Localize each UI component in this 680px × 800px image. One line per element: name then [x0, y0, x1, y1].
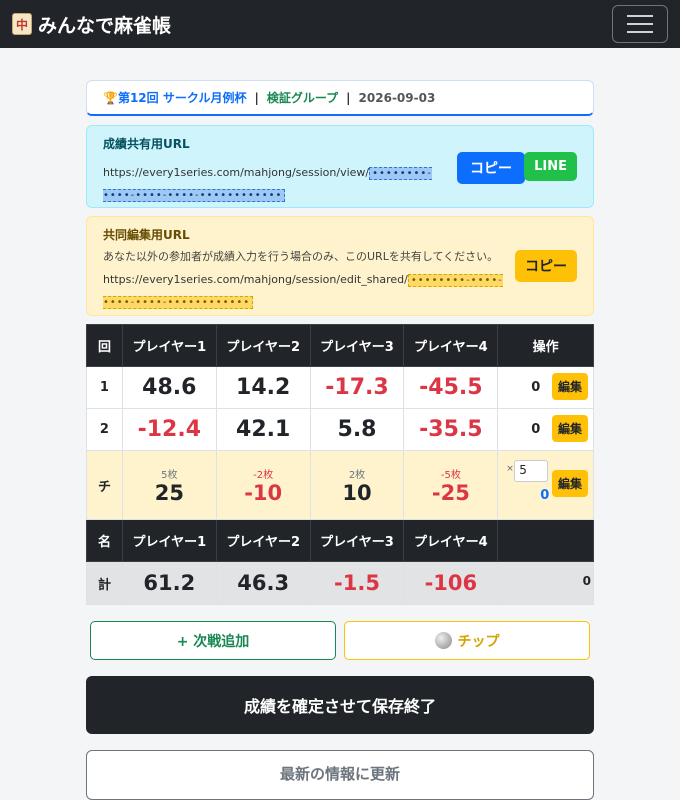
- chip-cell: 2枚 10: [309, 450, 405, 520]
- chip-ball-icon: [434, 632, 452, 649]
- session-title-card: 🏆 第12回 サークル月例杯 | 検証グループ | 2026-09-03: [86, 80, 594, 116]
- total-row: 計 61.2 46.3 -1.5 -106 0: [86, 561, 594, 605]
- name-row-empty: [497, 519, 594, 562]
- total-score: 46.3: [215, 561, 311, 605]
- hamburger-icon-line: [627, 23, 653, 25]
- share-url-heading: 成績共有用URL: [103, 137, 190, 151]
- total-score: 61.2: [121, 561, 217, 605]
- edit-copy-button[interactable]: コピー: [515, 250, 577, 282]
- header-player: プレイヤー4: [403, 324, 499, 367]
- edit-chip-button[interactable]: 編集: [551, 470, 588, 497]
- chip-button[interactable]: チップ: [344, 621, 590, 660]
- trophy-icon: 🏆: [103, 90, 118, 105]
- score-cell: 5.8: [309, 408, 405, 451]
- chip-ops-cell: × 5 0 編集: [497, 450, 594, 520]
- share-url[interactable]: https://every1series.com/mahjong/session…: [103, 162, 433, 206]
- player-name: プレイヤー4: [403, 519, 499, 562]
- chip-cell: -5枚 -25: [403, 450, 499, 520]
- name-label: 名: [86, 519, 123, 562]
- chip-value: -10: [244, 480, 283, 505]
- player-name: プレイヤー1: [121, 519, 217, 562]
- header-player: プレイヤー3: [309, 324, 405, 367]
- chip-value: 10: [342, 480, 372, 505]
- chip-value: -25: [431, 480, 470, 505]
- header-round: 回: [86, 324, 123, 367]
- add-round-button[interactable]: + 次戦追加: [90, 621, 336, 660]
- header-player: プレイヤー1: [121, 324, 217, 367]
- separator: |: [254, 90, 259, 105]
- round-number: 1: [86, 366, 123, 409]
- player-name: プレイヤー2: [215, 519, 311, 562]
- round-sum: 0: [531, 422, 541, 437]
- score-cell: -12.4: [121, 408, 217, 451]
- score-cell: 14.2: [215, 366, 311, 409]
- edit-url-text: https://every1series.com/mahjong/session…: [103, 273, 408, 286]
- total-score: -106: [403, 561, 499, 605]
- group-name: 検証グループ: [266, 91, 339, 105]
- table-row: 1 48.6 14.2 -17.3 -45.5 0 編集: [86, 366, 594, 409]
- mahjong-tile-icon: 中: [12, 13, 32, 35]
- total-sum: 0: [582, 574, 591, 588]
- total-score: -1.5: [309, 561, 405, 605]
- total-ops-cell: 0: [497, 561, 594, 605]
- chip-label: チ: [86, 450, 123, 520]
- chip-count: -5枚: [440, 469, 461, 481]
- save-finish-button[interactable]: 成績を確定させて保存終了: [86, 676, 594, 734]
- app-brand[interactable]: 中 みんなで麻雀帳: [12, 11, 171, 38]
- menu-toggle-button[interactable]: [612, 5, 668, 43]
- line-share-button[interactable]: LINE: [524, 152, 577, 181]
- chip-row: チ 5枚 25 -2枚 -10 2枚 10 -5枚 -25 × 5 0 編集: [86, 450, 594, 520]
- chip-count: 5枚: [161, 469, 178, 481]
- ops-cell: 0 編集: [497, 408, 594, 451]
- player-name: プレイヤー3: [309, 519, 405, 562]
- chip-button-label: チップ: [457, 633, 500, 650]
- multiply-icon: ×: [506, 464, 514, 474]
- chip-count: -2枚: [253, 469, 274, 481]
- score-cell: -35.5: [403, 408, 499, 451]
- refresh-button[interactable]: 最新の情報に更新: [86, 750, 594, 800]
- app-title: みんなで麻雀帳: [38, 14, 172, 37]
- header-player: プレイヤー2: [215, 324, 311, 367]
- chip-rate-input[interactable]: 5: [514, 460, 549, 482]
- share-url-text: https://every1series.com/mahjong/session…: [103, 166, 370, 179]
- chip-cell: 5枚 25: [121, 450, 217, 520]
- chip-sum: 0: [540, 488, 550, 503]
- edit-url-description: あなた以外の参加者が成績入力を行う場合のみ、このURLを共有してください。: [103, 250, 499, 263]
- ops-cell: 0 編集: [497, 366, 594, 409]
- score-cell: 48.6: [121, 366, 217, 409]
- edit-round-button[interactable]: 編集: [551, 415, 588, 442]
- name-row: 名 プレイヤー1 プレイヤー2 プレイヤー3 プレイヤー4: [86, 519, 594, 562]
- edit-url-heading: 共同編集用URL: [103, 228, 190, 242]
- score-cell: -45.5: [403, 366, 499, 409]
- separator: |: [346, 90, 351, 105]
- chip-value: 25: [154, 480, 184, 505]
- score-cell: -17.3: [309, 366, 405, 409]
- score-cell: 42.1: [215, 408, 311, 451]
- edit-round-button[interactable]: 編集: [551, 373, 588, 400]
- navbar: 中 みんなで麻雀帳: [0, 0, 680, 48]
- total-label: 計: [86, 561, 123, 605]
- session-name: 第12回 サークル月例杯: [117, 91, 247, 105]
- share-copy-button[interactable]: コピー: [457, 152, 525, 184]
- round-sum: 0: [531, 380, 541, 395]
- chip-cell: -2枚 -10: [215, 450, 311, 520]
- chip-count: 2枚: [348, 469, 366, 481]
- header-ops: 操作: [497, 324, 594, 367]
- hamburger-icon-line: [627, 31, 653, 33]
- round-number: 2: [86, 408, 123, 451]
- hamburger-icon-line: [627, 15, 653, 17]
- edit-url[interactable]: https://every1series.com/mahjong/session…: [103, 269, 513, 313]
- score-table: 回 プレイヤー1 プレイヤー2 プレイヤー3 プレイヤー4 操作 1 48.6 …: [86, 324, 594, 605]
- session-date: 2026-09-03: [358, 90, 436, 105]
- share-url-box: 成績共有用URL https://every1series.com/mahjon…: [86, 125, 594, 208]
- header-row: 回 プレイヤー1 プレイヤー2 プレイヤー3 プレイヤー4 操作: [86, 324, 594, 367]
- edit-url-box: 共同編集用URL あなた以外の参加者が成績入力を行う場合のみ、このURLを共有し…: [86, 216, 594, 316]
- table-row: 2 -12.4 42.1 5.8 -35.5 0 編集: [86, 408, 594, 451]
